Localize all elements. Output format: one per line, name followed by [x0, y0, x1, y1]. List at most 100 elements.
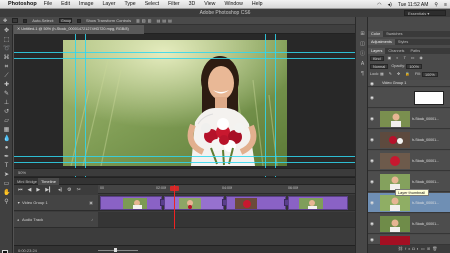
eyedropper-icon[interactable]: ⟋: [3, 73, 10, 79]
menu-type[interactable]: Type: [124, 1, 135, 7]
guide-vertical[interactable]: [85, 34, 86, 177]
properties-panel-icon[interactable]: ◫: [359, 41, 366, 47]
crop-icon[interactable]: ⌗: [3, 64, 10, 70]
layer-row-white[interactable]: ◉: [368, 88, 450, 108]
layer-thumbnail[interactable]: [380, 132, 410, 148]
lasso-icon[interactable]: ➰: [3, 46, 10, 52]
menu-filter[interactable]: Filter: [168, 1, 180, 7]
visibility-eye-icon[interactable]: ◉: [370, 95, 374, 101]
tab-paths[interactable]: Paths: [407, 48, 423, 54]
dodge-icon[interactable]: ●: [3, 145, 10, 151]
brush-icon[interactable]: ✎: [3, 91, 10, 97]
guide-horizontal[interactable]: [14, 162, 355, 163]
opacity-input[interactable]: 100%: [406, 63, 423, 69]
marquee-icon[interactable]: ⬚: [3, 37, 10, 43]
audio-track[interactable]: [98, 212, 355, 228]
hand-icon[interactable]: ✋: [3, 190, 10, 196]
tab-color[interactable]: Color: [368, 31, 384, 37]
go-to-first-frame-icon[interactable]: ⏮: [18, 187, 23, 193]
layer-row[interactable]: ◉ h-Stock_00001...: [368, 130, 450, 150]
quick-select-icon[interactable]: ⌘: [3, 55, 10, 61]
menu-window[interactable]: Window: [224, 1, 242, 7]
layer-row[interactable]: ◉ h-Stock_00001...: [368, 214, 450, 234]
time-ruler[interactable]: 00 02:00f 04:00f 06:00f: [98, 185, 355, 194]
layer-thumbnail[interactable]: [380, 153, 410, 169]
video-clip[interactable]: [288, 196, 348, 210]
wifi-icon[interactable]: ◠: [377, 2, 381, 8]
layer-row[interactable]: ◉ h-Stock_00001...: [368, 109, 450, 129]
guide-vertical[interactable]: [275, 34, 276, 177]
layer-row[interactable]: ◉ h-Stock_00001...: [368, 151, 450, 171]
blend-mode-dropdown[interactable]: Normal: [370, 63, 389, 69]
shape-icon[interactable]: ▭: [3, 181, 10, 187]
visibility-eye-icon[interactable]: ◉: [370, 179, 374, 185]
tab-channels[interactable]: Channels: [385, 48, 407, 54]
guide-vertical[interactable]: [75, 34, 76, 177]
visibility-eye-icon[interactable]: ◉: [370, 80, 374, 87]
tab-layers[interactable]: Layers: [368, 48, 386, 54]
fill-input[interactable]: 100%: [422, 71, 438, 77]
trash-icon[interactable]: 🗑: [432, 246, 439, 251]
zoom-slider-knob[interactable]: [114, 248, 117, 252]
volume-icon[interactable]: ◂): [388, 2, 392, 8]
guide-horizontal[interactable]: [14, 156, 355, 157]
menu-help[interactable]: Help: [252, 1, 263, 7]
playhead[interactable]: [174, 185, 175, 229]
type-icon[interactable]: T: [3, 163, 10, 169]
document-tab[interactable]: ✕ Untitled-1 @ 50% (h-Stock_000014721274…: [14, 25, 144, 34]
layer-row-selected[interactable]: ◉ h-Stock_00001...: [368, 193, 450, 213]
clock[interactable]: Tue 11:52 AM: [398, 2, 429, 8]
visibility-eye-icon[interactable]: ◉: [370, 158, 374, 164]
auto-select-dropdown[interactable]: Group: [59, 18, 72, 23]
video-track[interactable]: [98, 195, 355, 211]
menu-image[interactable]: Image: [79, 1, 93, 7]
lock-icons[interactable]: ▦ ✎ ✥ 🔒: [380, 72, 412, 76]
visibility-eye-icon[interactable]: ◉: [370, 221, 374, 227]
guide-vertical[interactable]: [265, 34, 266, 177]
layer-thumbnail[interactable]: [380, 111, 410, 127]
menu-3d[interactable]: 3D: [189, 1, 196, 7]
speaker-icon[interactable]: ◂: [17, 212, 19, 228]
blur-icon[interactable]: 💧: [3, 136, 10, 142]
menu-layer[interactable]: Layer: [102, 1, 115, 7]
layer-row[interactable]: ◉: [368, 235, 450, 245]
layer-thumbnail[interactable]: [380, 174, 410, 190]
layer-thumbnail[interactable]: [380, 216, 410, 232]
healing-icon[interactable]: ✚: [3, 82, 10, 88]
layer-name[interactable]: h-Stock_00001...: [412, 130, 439, 150]
info-panel-icon[interactable]: ⓘ: [359, 51, 366, 57]
list-icon[interactable]: ≡: [444, 2, 447, 8]
play-icon[interactable]: ▶: [36, 187, 40, 193]
history-brush-icon[interactable]: ↺: [3, 109, 10, 115]
guide-horizontal[interactable]: [14, 52, 355, 53]
zoom-slider[interactable]: [98, 250, 138, 251]
stamp-icon[interactable]: ⊥: [3, 100, 10, 106]
zoom-level[interactable]: 50%: [18, 170, 26, 175]
audio-icon[interactable]: ◂): [58, 187, 62, 193]
menu-edit[interactable]: Edit: [61, 1, 70, 7]
tab-timeline[interactable]: Timeline: [38, 178, 59, 185]
tab-adjustments[interactable]: Adjustments: [368, 39, 395, 45]
visibility-eye-icon[interactable]: ◉: [370, 116, 374, 122]
layer-name[interactable]: h-Stock_00001...: [412, 193, 439, 213]
tab-mini-bridge[interactable]: Mini Bridge: [14, 178, 40, 185]
layer-thumbnail[interactable]: [380, 195, 410, 211]
layer-thumbnail[interactable]: [414, 91, 444, 105]
video-clip[interactable]: [164, 196, 224, 210]
track-header-video[interactable]: ▼ Video Group 1 ▣: [14, 195, 98, 211]
zoom-icon[interactable]: ⚲: [3, 199, 10, 205]
settings-icon[interactable]: ⚙: [67, 187, 71, 193]
menu-app-name[interactable]: Photoshop: [8, 1, 37, 7]
character-panel-icon[interactable]: A: [359, 61, 366, 67]
history-panel-icon[interactable]: ⊞: [359, 31, 366, 37]
paragraph-panel-icon[interactable]: ¶: [359, 71, 366, 77]
gradient-icon[interactable]: ▦: [3, 127, 10, 133]
tab-swatches[interactable]: Swatches: [383, 31, 405, 37]
layer-name[interactable]: h-Stock_00001...: [412, 151, 439, 171]
spotlight-icon[interactable]: ⚲: [434, 2, 438, 8]
track-header-audio[interactable]: ◂ Audio Track ♪: [14, 212, 98, 228]
video-clip[interactable]: [226, 196, 286, 210]
layer-name[interactable]: h-Stock_00001...: [412, 214, 439, 234]
film-icon[interactable]: ▣: [89, 195, 93, 211]
guide-horizontal[interactable]: [14, 58, 355, 59]
